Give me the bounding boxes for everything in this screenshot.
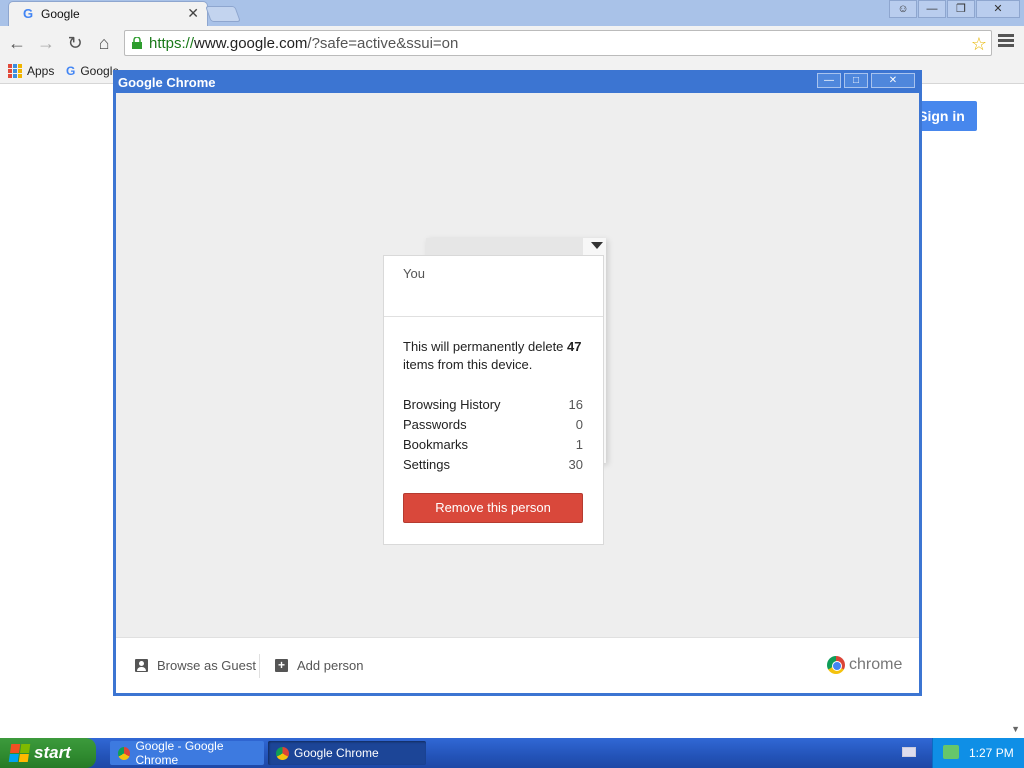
minimize-button[interactable]: — [817, 73, 841, 88]
bookmark-apps[interactable]: Apps [8, 64, 54, 78]
delete-warning-message: This will permanently delete 47 items fr… [403, 338, 588, 374]
browser-toolbar: ← → ↻ ⌂ https://www.google.com/?safe=act… [0, 26, 1024, 60]
browser-tab[interactable]: G Google ✕ [8, 1, 208, 26]
chrome-logo-icon [827, 656, 845, 674]
close-window-button[interactable]: ✕ [976, 0, 1020, 18]
restore-button[interactable]: ❐ [947, 0, 975, 18]
person-icon [135, 659, 148, 672]
profile-name-placeholder [426, 238, 583, 256]
profile-name: You [403, 266, 425, 281]
user-manager-window: Google Chrome — □ ✕ You This will perman… [113, 70, 922, 696]
scroll-down-icon[interactable]: ▼ [1011, 724, 1020, 734]
dropdown-arrow-icon[interactable] [591, 242, 603, 249]
close-button[interactable]: ✕ [871, 73, 915, 88]
stat-label: Settings [403, 457, 450, 472]
deletion-stats: Browsing History 16 Passwords 0 Bookmarks 1… [403, 395, 583, 475]
home-icon[interactable]: ⌂ [93, 32, 115, 54]
url-path: /?safe=active&ssui=on [307, 35, 459, 52]
chrome-logo: chrome [827, 656, 902, 674]
windows-taskbar: start Google - Google Chrome Google Chro… [0, 738, 1024, 768]
clock[interactable]: 1:27 PM [969, 746, 1014, 760]
delete-count: 47 [567, 339, 582, 354]
user-manager-footer: Browse as Guest + Add person chrome [116, 637, 919, 693]
keyboard-icon[interactable] [902, 747, 916, 757]
reload-icon[interactable]: ↻ [64, 32, 86, 54]
forward-arrow-icon[interactable]: → [35, 32, 57, 54]
bookmark-google[interactable]: G Google [66, 64, 119, 78]
stat-value: 30 [568, 457, 583, 472]
maximize-button[interactable]: □ [844, 73, 868, 88]
browse-as-guest-label: Browse as Guest [157, 658, 256, 673]
chrome-icon [118, 746, 131, 760]
user-manager-titlebar: Google Chrome — □ ✕ [116, 73, 919, 93]
footer-divider [259, 654, 260, 678]
remove-person-button[interactable]: Remove this person [403, 493, 583, 523]
message-suffix: items from this device. [403, 357, 533, 372]
stat-value: 1 [575, 437, 583, 452]
taskbar-item-active[interactable]: Google Chrome [268, 741, 426, 765]
divider [384, 316, 603, 317]
tab-title: Google [41, 7, 80, 21]
windows-flag-icon [8, 744, 31, 762]
user-manager-body: You This will permanently delete 47 item… [116, 93, 919, 637]
stat-value: 16 [568, 397, 583, 412]
window-title: Google Chrome [118, 75, 216, 90]
window-controls: ☺ — ❐ ✕ [888, 0, 1020, 18]
message-prefix: This will permanently delete [403, 339, 568, 354]
taskbar-item-label: Google - Google Chrome [135, 739, 224, 767]
bookmark-star-icon[interactable]: ☆ [971, 34, 987, 55]
remove-person-card: You This will permanently delete 47 item… [383, 255, 604, 545]
chrome-wordmark: chrome [849, 656, 903, 673]
url-text: https://www.google.com/?safe=active&ssui… [149, 35, 458, 52]
start-button[interactable]: start [0, 738, 96, 768]
chrome-menu-icon[interactable] [998, 34, 1014, 50]
window-controls: — □ ✕ [814, 73, 915, 88]
chrome-icon [276, 746, 289, 760]
system-tray: 1:27 PM [932, 738, 1024, 768]
address-bar[interactable]: https://www.google.com/?safe=active&ssui… [124, 30, 992, 56]
new-tab-button[interactable] [205, 6, 241, 22]
minimize-button[interactable]: — [918, 0, 946, 18]
taskbar-item-label: Google Chrome [294, 746, 379, 760]
start-label: start [34, 743, 71, 762]
stat-label: Bookmarks [403, 437, 469, 452]
bookmark-label: Apps [27, 64, 55, 78]
profile-icon[interactable]: ☺ [889, 0, 917, 18]
stat-label: Passwords [403, 417, 467, 432]
taskbar-item[interactable]: Google - Google Chrome [110, 739, 264, 767]
network-icon[interactable] [943, 745, 959, 759]
google-favicon-icon: G [23, 6, 34, 21]
stat-row: Browsing History 16 [403, 395, 583, 415]
stat-row: Settings 30 [403, 455, 583, 475]
plus-icon: + [275, 659, 288, 672]
browser-titlebar: G Google ✕ ☺ — ❐ ✕ [0, 0, 1024, 26]
browse-as-guest-button[interactable]: Browse as Guest [135, 658, 256, 673]
stat-row: Passwords 0 [403, 415, 583, 435]
stat-row: Bookmarks 1 [403, 435, 583, 455]
add-person-label: Add person [297, 658, 364, 673]
stat-label: Browsing History [403, 397, 501, 412]
apps-grid-icon [8, 64, 22, 78]
lock-icon [132, 37, 142, 49]
stat-value: 0 [575, 417, 583, 432]
url-host: www.google.com [194, 35, 308, 52]
add-person-button[interactable]: + Add person [275, 658, 364, 673]
tab-close-icon[interactable]: ✕ [187, 5, 199, 22]
google-favicon-icon: G [66, 64, 76, 78]
url-scheme: https:// [149, 35, 195, 52]
back-arrow-icon[interactable]: ← [6, 32, 28, 54]
